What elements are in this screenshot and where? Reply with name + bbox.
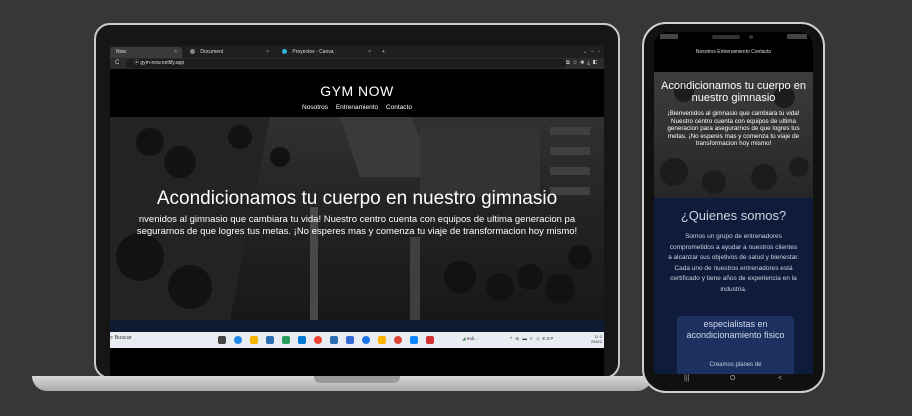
canva-icon — [282, 49, 287, 54]
camera-icon — [749, 35, 753, 39]
nav-nosotros[interactable]: Nosotros — [302, 104, 328, 111]
tab-document[interactable]: Document × — [184, 47, 274, 58]
hero-text-line2: segurarnos de que logres tus metas. ¡No … — [136, 226, 578, 237]
laptop-mockup: Now × Document × Proyectos - Canva × + ⌄… — [94, 23, 620, 379]
next-section-strip — [110, 320, 604, 332]
windows-taskbar: ⌕ Buscar ◢ Indi... ^ ⊜ ▬ ◊ ◁ ESP 11:2 25… — [110, 332, 604, 348]
clock-date: 25/8/2 — [590, 339, 602, 344]
zoom-icon[interactable] — [362, 336, 370, 344]
card-subtitle: Creamos planes de — [709, 362, 762, 368]
search-label: Buscar — [114, 335, 132, 341]
photos-icon[interactable] — [378, 336, 386, 344]
browser-tab-bar: Now × Document × Proyectos - Canva × + ⌄… — [110, 46, 604, 58]
signal-icon — [660, 34, 678, 39]
close-icon[interactable]: × — [266, 47, 269, 58]
android-nav-bar: ||| O < — [654, 374, 813, 384]
language-indicator: ESP — [542, 336, 555, 341]
excel-icon[interactable] — [282, 336, 290, 344]
close-icon[interactable]: × — [174, 47, 177, 58]
speaker-grille — [712, 35, 740, 39]
tab-gym-now[interactable]: Now × — [110, 47, 182, 58]
laptop-notch — [314, 376, 400, 383]
hero-section: Acondicionamos tu cuerpo en nuestro gimn… — [110, 117, 604, 320]
tab-label: Now — [116, 49, 127, 55]
back-button[interactable]: < — [778, 374, 782, 384]
chrome-alt-icon[interactable] — [394, 336, 402, 344]
url-text: gym-now.netlify.app — [140, 60, 185, 66]
file-explorer-icon[interactable] — [250, 336, 258, 344]
laptop-screen: Now × Document × Proyectos - Canva × + ⌄… — [110, 46, 604, 377]
address-bar: C ⦿ gym-now.netlify.app ⧉☆✱⤓◧ — [110, 58, 604, 69]
tab-label: Document — [200, 49, 224, 55]
phone-status-bar — [654, 32, 813, 42]
chrome-icon[interactable] — [314, 336, 322, 344]
tab-label: Proyectos - Canva — [292, 49, 334, 55]
chart-icon: ◢ — [462, 336, 466, 341]
phone-screen: Nosotros Entrenamiento Contacto Acondici… — [654, 32, 813, 384]
phone-mockup: Nosotros Entrenamiento Contacto Acondici… — [642, 22, 825, 393]
site-nav: Nosotros Entrenamiento Contacto — [110, 104, 604, 111]
system-tray-icons[interactable]: ^ ⊜ ▬ ◊ ◁ ESP — [510, 336, 554, 342]
edge-icon[interactable] — [234, 336, 242, 344]
mobile-hero: Acondicionamos tu cuerpo en nuestro gimn… — [654, 72, 813, 198]
hero-text-line1: nvenidos al gimnasio que cambiara tu vid… — [138, 214, 576, 225]
task-view-icon[interactable] — [218, 336, 226, 344]
window-controls[interactable]: ⌄ – ▫ — [583, 47, 600, 57]
mobile-nav: Nosotros Entrenamiento Contacto — [654, 42, 813, 72]
pdf-icon[interactable] — [426, 336, 434, 344]
hero-title: Acondicionamos tu cuerpo en nuestro gimn… — [156, 188, 558, 209]
taskbar-tray-label[interactable]: ◢ Indi... — [462, 336, 478, 342]
tray-text: Indi... — [466, 336, 478, 341]
mobile-hero-title: Acondicionamos tu cuerpo en nuestro gimn… — [661, 80, 806, 104]
recents-button[interactable]: ||| — [684, 374, 689, 384]
mobile-hero-text: ¡Bienvenidos al gimnasio que cambiara tu… — [667, 110, 800, 148]
taskbar-search[interactable]: ⌕ Buscar — [110, 335, 132, 342]
mobile-nav-contacto[interactable]: Contacto — [751, 49, 771, 55]
globe-icon — [190, 49, 195, 54]
reload-icon[interactable]: C — [115, 59, 119, 68]
site-brand[interactable]: GYM NOW — [110, 83, 604, 99]
mobile-nav-entrenamiento[interactable]: Entrenamiento — [717, 49, 750, 55]
mobile-about-title: ¿Quienes somos? — [680, 208, 787, 223]
browser-toolbar-icons[interactable]: ⧉☆✱⤓◧ — [566, 59, 600, 68]
store-icon[interactable] — [266, 336, 274, 344]
search-icon: ⌕ — [110, 335, 114, 341]
home-button[interactable]: O — [730, 374, 735, 384]
nav-contacto[interactable]: Contacto — [386, 104, 412, 111]
site-header: GYM NOW Nosotros Entrenamiento Contacto — [110, 69, 604, 117]
card-title: especialistas en acondicionamiento fisic… — [686, 319, 785, 340]
mobile-nav-nosotros[interactable]: Nosotros — [696, 49, 716, 55]
outlook-icon[interactable] — [346, 336, 354, 344]
nav-entrenamiento[interactable]: Entrenamiento — [336, 104, 378, 111]
mobile-specialists-card: especialistas en acondicionamiento fisic… — [677, 316, 794, 376]
url-input[interactable]: ⦿ gym-now.netlify.app — [126, 59, 566, 68]
tab-canva[interactable]: Proyectos - Canva × — [276, 47, 376, 58]
mobile-about-text: Somos un grupo de entrenadores compromet… — [668, 233, 799, 293]
vscode-icon[interactable] — [410, 336, 418, 344]
taskbar-clock[interactable]: 11:2 25/8/2 — [591, 334, 602, 344]
close-icon[interactable]: × — [368, 47, 371, 58]
mail-icon[interactable] — [298, 336, 306, 344]
word-icon[interactable] — [330, 336, 338, 344]
new-tab-button[interactable]: + — [376, 47, 390, 58]
battery-icon — [787, 34, 807, 39]
